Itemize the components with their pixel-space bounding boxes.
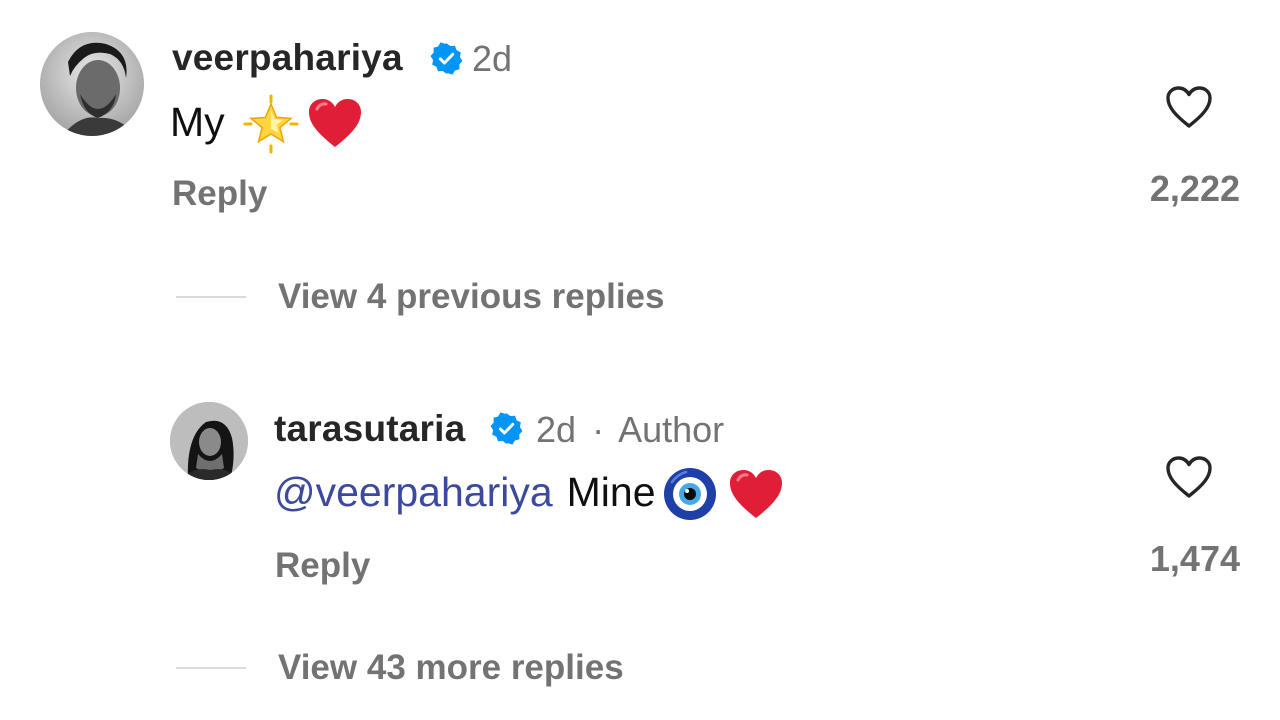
- view-more-replies-button[interactable]: View 43 more replies: [278, 648, 624, 688]
- comment-like-count: 2,222: [1149, 168, 1240, 209]
- reply-text: @veerpahariya Mine: [274, 464, 784, 520]
- author-badge: Author: [618, 409, 725, 450]
- comment-timestamp: 2d: [472, 38, 513, 79]
- avatar-tarasutaria[interactable]: [170, 402, 248, 480]
- glowing-star-icon: [243, 94, 299, 154]
- reply-timestamp: 2d: [536, 409, 577, 450]
- view-replies-divider: [176, 667, 246, 669]
- verified-badge-icon: [430, 42, 463, 75]
- reply-like-heart-icon[interactable]: [1164, 454, 1214, 500]
- comment-reply-button[interactable]: Reply: [172, 174, 267, 214]
- reply-meta: 2d · Author: [536, 409, 724, 451]
- nazar-amulet-icon: [663, 468, 716, 520]
- verified-badge-icon: [490, 412, 523, 445]
- red-heart-icon: [729, 470, 782, 518]
- reply-reply-button[interactable]: Reply: [275, 546, 370, 586]
- red-heart-icon: [308, 99, 361, 147]
- reply-username[interactable]: tarasutaria: [274, 408, 465, 450]
- profile-photo-icon: [170, 402, 248, 480]
- mention-link[interactable]: @veerpahariya: [274, 469, 553, 516]
- comments-thread: veerpahariya 2d My Reply 2,222 View 4 pr…: [0, 0, 1280, 720]
- comment-like-heart-icon[interactable]: [1164, 84, 1214, 130]
- view-replies-divider: [176, 296, 246, 298]
- reply-text-body: Mine: [566, 468, 656, 515]
- avatar-veerpahariya[interactable]: [40, 32, 144, 136]
- comment-text-body: My: [170, 98, 225, 145]
- reply-like-count: 1,474: [1149, 538, 1240, 579]
- comment-username[interactable]: veerpahariya: [172, 37, 403, 79]
- comment-text: My: [170, 94, 363, 154]
- meta-separator: ·: [592, 409, 605, 450]
- profile-photo-icon: [40, 32, 144, 136]
- view-previous-replies-button[interactable]: View 4 previous replies: [278, 277, 665, 317]
